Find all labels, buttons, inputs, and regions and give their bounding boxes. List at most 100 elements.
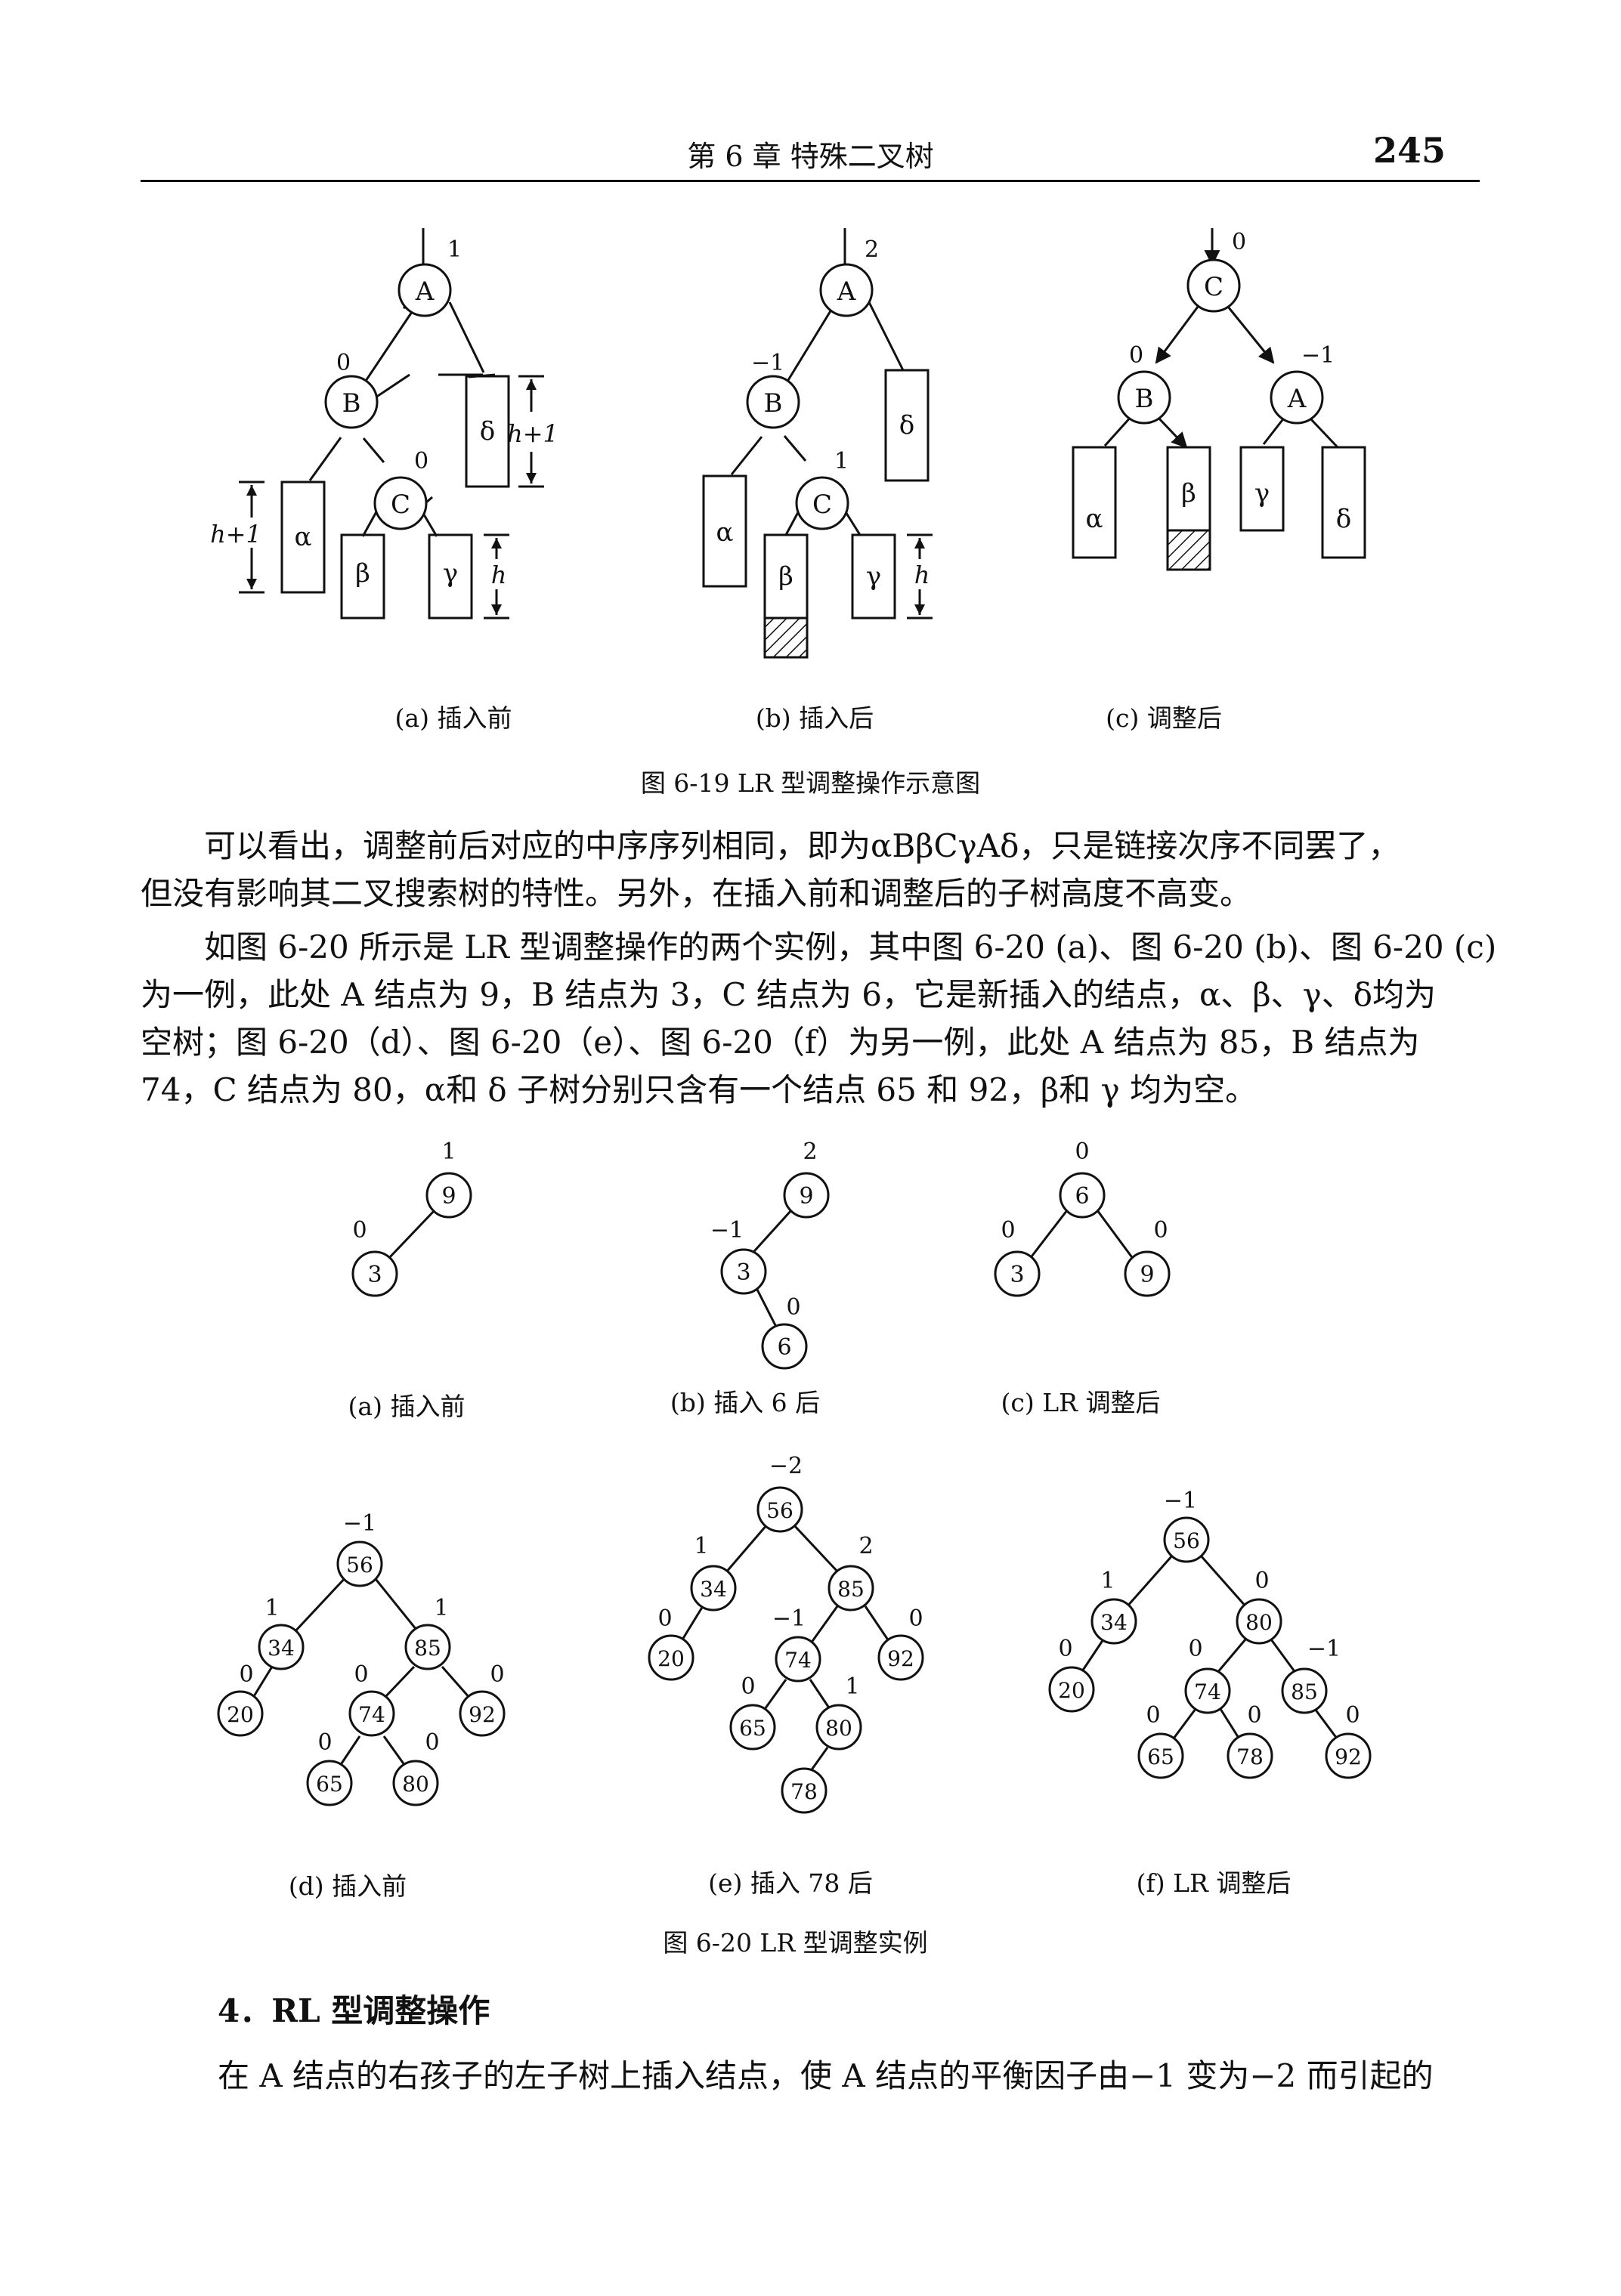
node-label: B — [342, 388, 361, 419]
balance-factor: −1 — [1307, 1636, 1341, 1662]
balance-factor: 1 — [845, 1673, 859, 1700]
node-key: 92 — [469, 1702, 496, 1727]
figure-6-20-caption: 图 6-20 LR 型调整实例 — [663, 1928, 928, 1958]
subtree-label: α — [716, 518, 734, 548]
panel-caption: (e) 插入 78 后 — [708, 1868, 873, 1898]
node-key: 9 — [1140, 1262, 1154, 1288]
height-label: h — [491, 561, 507, 589]
balance-factor: 1 — [1100, 1568, 1115, 1594]
node-label: C — [1204, 272, 1223, 302]
paragraph-3: 在 A 结点的右孩子的左子树上插入结点，使 A 结点的平衡因子由−1 变为−2 … — [218, 2052, 1557, 2100]
balance-factor: −1 — [772, 1605, 806, 1632]
balance-factor: 0 — [741, 1673, 755, 1700]
balance-factor: 2 — [803, 1139, 817, 1165]
balance-factor: −1 — [343, 1510, 376, 1537]
height-label: h — [914, 561, 930, 589]
node-label: A — [837, 277, 856, 307]
node-key: 3 — [736, 1259, 750, 1286]
node-key: 92 — [887, 1646, 914, 1671]
balance-factor: 0 — [1058, 1636, 1072, 1662]
balance-factor: 0 — [786, 1294, 800, 1321]
node-key: 34 — [1100, 1610, 1128, 1635]
node-key: 20 — [227, 1702, 254, 1727]
balance-factor: 1 — [264, 1595, 279, 1621]
text-line: 为一例，此处 A 结点为 9，B 结点为 3，C 结点为 6，它是新插入的结点，… — [141, 976, 1436, 1013]
node-key: 20 — [657, 1646, 685, 1671]
subtree-label: δ — [480, 416, 495, 447]
node-key: 74 — [784, 1648, 812, 1673]
text-line: 空树；图 6-20（d）、图 6-20（e）、图 6-20（f）为另一例，此处 … — [141, 1024, 1420, 1061]
balance-factor: 1 — [434, 1595, 448, 1621]
node-label: B — [1135, 384, 1154, 414]
panel-caption: (f) LR 调整后 — [1137, 1868, 1292, 1898]
node-key: 78 — [1236, 1744, 1264, 1769]
node-key: 78 — [790, 1779, 818, 1804]
balance-factor: −2 — [769, 1453, 803, 1479]
node-key: 6 — [1075, 1183, 1089, 1210]
balance-factor: 0 — [425, 1729, 439, 1756]
node-key: 80 — [1245, 1610, 1273, 1635]
subtree-label: δ — [1336, 504, 1351, 534]
node-key: 65 — [316, 1772, 343, 1797]
node-key: 9 — [799, 1183, 813, 1210]
node-key: 65 — [739, 1716, 766, 1741]
balance-factor: 2 — [865, 236, 879, 263]
balance-factor: 0 — [1345, 1702, 1360, 1729]
balance-factor: −1 — [710, 1217, 744, 1244]
node-key: 3 — [367, 1262, 382, 1288]
node-key: 74 — [1194, 1680, 1221, 1704]
panel-caption: (b) 插入 6 后 — [670, 1388, 820, 1417]
node-key: 20 — [1058, 1678, 1085, 1703]
subtree-label: γ — [866, 561, 881, 592]
node-key: 80 — [402, 1772, 429, 1797]
balance-factor: 0 — [1146, 1702, 1160, 1729]
node-label: A — [1287, 384, 1307, 414]
balance-factor: −1 — [1164, 1488, 1197, 1514]
balance-factor: 0 — [1075, 1139, 1089, 1165]
balance-factor: 0 — [908, 1605, 923, 1632]
panel-caption: (b) 插入后 — [756, 703, 874, 733]
balance-factor: −1 — [751, 350, 784, 376]
header-rule — [141, 180, 1480, 182]
balance-factor: −1 — [1301, 342, 1335, 369]
balance-factor: 0 — [336, 350, 351, 376]
balance-factor: 0 — [1153, 1217, 1168, 1244]
balance-factor: 0 — [1001, 1217, 1015, 1244]
subtree-label: β — [355, 558, 370, 589]
node-key: 34 — [700, 1577, 727, 1602]
balance-factor: 0 — [1254, 1568, 1269, 1594]
subtree-label: δ — [899, 410, 914, 440]
panel-caption: (c) 调整后 — [1106, 703, 1222, 733]
paragraph-1: 可以看出，调整前后对应的中序序列相同，即为αBβCγAδ，只是链接次序不同罢了，… — [141, 822, 1480, 917]
balance-factor: 0 — [414, 448, 428, 474]
panel-caption: (c) LR 调整后 — [1001, 1388, 1161, 1417]
balance-factor: 0 — [317, 1729, 332, 1756]
balance-factor: 0 — [1129, 342, 1143, 369]
balance-factor: 1 — [694, 1533, 708, 1559]
height-label: h+1 — [210, 520, 261, 549]
node-key: 3 — [1010, 1262, 1024, 1288]
balance-factor: 0 — [1188, 1636, 1202, 1662]
node-label: C — [812, 490, 832, 520]
subtree-label: γ — [1254, 478, 1270, 508]
subtree-label: α — [295, 522, 312, 552]
figure-6-19: A B C 1 0 0 α β γ δ h+1 h+1 h A B C 2 −1… — [210, 228, 1366, 733]
balance-factor: 0 — [1247, 1702, 1261, 1729]
figure-6-19-caption: 图 6-19 LR 型调整操作示意图 — [640, 768, 981, 798]
node-label: B — [764, 388, 783, 419]
balance-factor: 0 — [657, 1605, 672, 1632]
node-label: C — [391, 490, 410, 520]
text-line: 74，C 结点为 80，α和 δ 子树分别只含有一个结点 65 和 92，β和 … — [141, 1071, 1258, 1108]
node-key: 92 — [1335, 1744, 1362, 1769]
panel-caption: (a) 插入前 — [348, 1392, 466, 1421]
balance-factor: 0 — [239, 1661, 253, 1688]
balance-factor: 1 — [447, 236, 462, 263]
balance-factor: 0 — [490, 1661, 504, 1688]
node-key: 65 — [1147, 1744, 1174, 1769]
node-key: 9 — [441, 1183, 456, 1210]
height-label: h+1 — [507, 419, 558, 448]
node-key: 85 — [414, 1636, 441, 1661]
subtree-label: β — [778, 561, 793, 592]
text-line: 如图 6-20 所示是 LR 型调整操作的两个实例，其中图 6-20 (a)、图… — [204, 929, 1497, 966]
balance-factor: 0 — [1232, 229, 1246, 255]
